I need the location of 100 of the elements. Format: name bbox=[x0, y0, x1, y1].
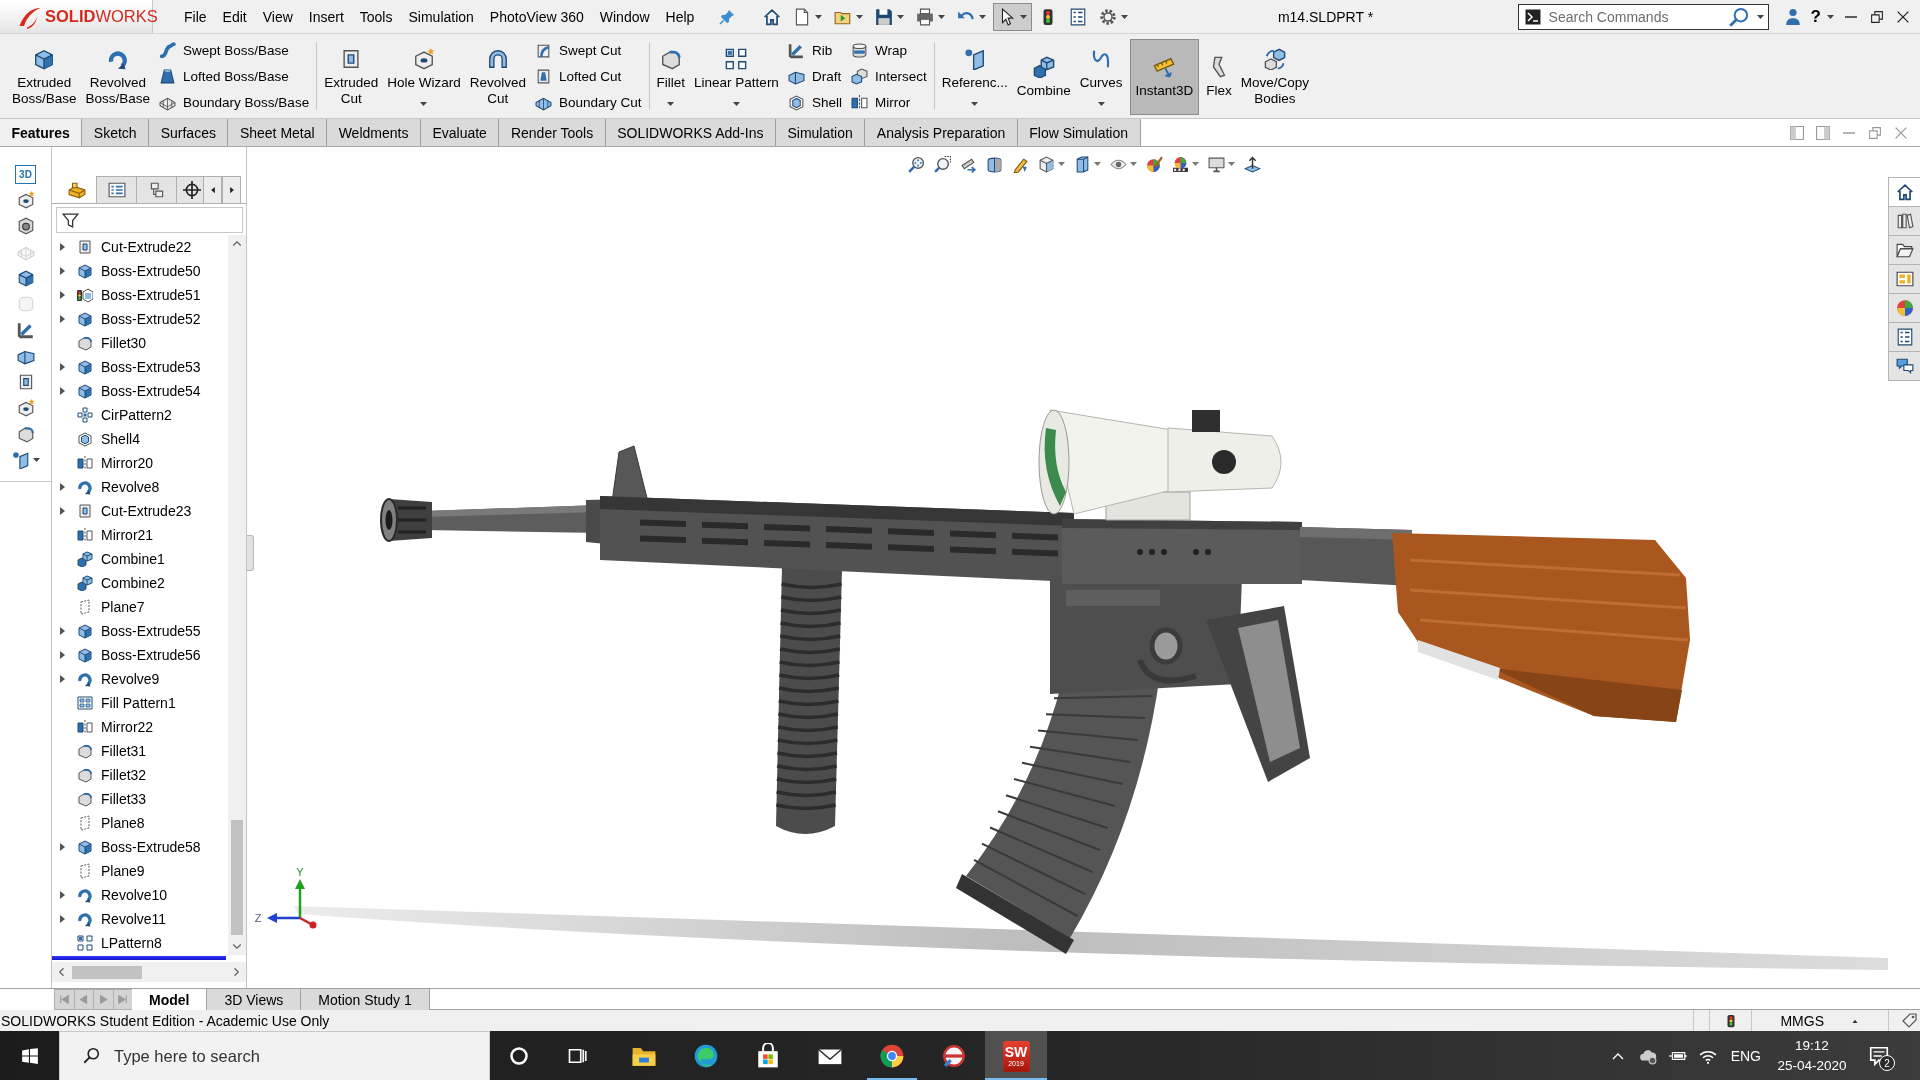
view-toolbar-button[interactable] bbox=[932, 154, 953, 174]
ribbon-button[interactable]: Boundary Cut bbox=[535, 90, 642, 114]
menu-item[interactable]: Window bbox=[591, 1, 658, 32]
tree-item[interactable]: Combine2 bbox=[52, 571, 168, 595]
ribbon-button[interactable]: Draft bbox=[787, 64, 842, 88]
panel-collapse-handle[interactable] bbox=[247, 535, 254, 571]
ribbon-button[interactable]: Rib bbox=[787, 38, 842, 62]
ribbon-button[interactable]: Revolved Boss/Base bbox=[83, 39, 153, 115]
task-pane-tab[interactable] bbox=[1888, 177, 1920, 207]
menu-item[interactable]: Help bbox=[657, 1, 703, 32]
command-tab[interactable]: Simulation bbox=[775, 119, 866, 146]
tree-item[interactable]: Fill Pattern1 bbox=[52, 691, 179, 715]
command-tab[interactable]: Surfaces bbox=[149, 119, 229, 146]
tree-item[interactable]: Shell4 bbox=[52, 427, 143, 451]
select-button[interactable] bbox=[993, 2, 1033, 31]
clock-button[interactable]: 19:12 25-04-2020 bbox=[1769, 1031, 1855, 1080]
tree-item[interactable]: Boss-Extrude54 bbox=[52, 379, 204, 403]
horizontal-scrollbar[interactable] bbox=[52, 962, 246, 982]
task-pane-tab[interactable] bbox=[1888, 322, 1920, 352]
tree-item[interactable]: LPattern8 bbox=[52, 931, 165, 955]
tree-item[interactable]: Revolve8 bbox=[52, 475, 163, 499]
tree-item[interactable]: Boss-Extrude58 bbox=[52, 835, 204, 859]
scrollbar-thumb[interactable] bbox=[231, 820, 243, 935]
command-tab[interactable]: Analysis Preparation bbox=[865, 119, 1018, 146]
tree-item[interactable]: Mirror21 bbox=[52, 523, 157, 547]
command-tab[interactable]: Features bbox=[0, 119, 83, 146]
ribbon-button[interactable]: Instant3D bbox=[1129, 39, 1200, 115]
ribbon-button[interactable]: Curves bbox=[1077, 39, 1125, 115]
ribbon-button[interactable]: Extruded Cut bbox=[322, 39, 381, 115]
view-toolbar-button[interactable] bbox=[1036, 154, 1067, 174]
tree-item[interactable]: Revolve11 bbox=[52, 907, 170, 931]
command-tab[interactable]: Sheet Metal bbox=[228, 119, 328, 146]
ribbon-button[interactable]: Lofted Cut bbox=[535, 64, 642, 88]
help-button[interactable]: ? bbox=[1806, 2, 1838, 31]
document-tab[interactable]: Motion Study 1 bbox=[301, 989, 430, 1010]
command-tab[interactable]: Evaluate bbox=[420, 119, 500, 146]
units-button[interactable]: MMGS bbox=[1752, 1010, 1888, 1031]
tab-scroll-left-button[interactable] bbox=[203, 176, 222, 203]
document-tab[interactable]: Model bbox=[132, 989, 208, 1010]
ribbon-button[interactable]: Combine bbox=[1014, 39, 1073, 115]
tree-item[interactable]: Plane9 bbox=[52, 859, 148, 883]
panel-tab[interactable] bbox=[176, 176, 204, 203]
command-tab[interactable]: Render Tools bbox=[499, 119, 606, 146]
tree-item[interactable]: Boss-Extrude51 bbox=[52, 283, 204, 307]
vertical-scrollbar[interactable] bbox=[228, 235, 246, 955]
command-tab[interactable]: Sketch bbox=[82, 119, 150, 146]
ribbon-button[interactable]: Extruded Boss/Base bbox=[10, 39, 79, 115]
filter-field[interactable] bbox=[56, 207, 243, 233]
search-input[interactable]: Search Commands bbox=[1548, 8, 1721, 25]
menu-item[interactable]: Insert bbox=[300, 1, 352, 32]
view-toolbar-button[interactable] bbox=[906, 154, 927, 174]
menu-item[interactable]: File bbox=[176, 1, 215, 32]
tree-item[interactable]: Fillet30 bbox=[52, 331, 150, 355]
menu-item[interactable]: PhotoView 360 bbox=[481, 1, 592, 32]
search-field[interactable]: Search Commands bbox=[1517, 3, 1769, 30]
ribbon-button[interactable]: Linear Pattern bbox=[692, 39, 781, 115]
ribbon-button[interactable]: Wrap bbox=[850, 38, 927, 62]
command-tab[interactable]: Flow Simulation bbox=[1017, 119, 1141, 146]
tile-left-button[interactable] bbox=[1789, 124, 1805, 141]
ribbon-button[interactable]: Mirror bbox=[850, 90, 927, 114]
tree-item[interactable]: Mirror20 bbox=[52, 451, 157, 475]
task-pane-tab[interactable] bbox=[1888, 293, 1920, 323]
task-pane-tab[interactable] bbox=[1888, 264, 1920, 294]
menu-item[interactable]: Simulation bbox=[400, 1, 482, 32]
ribbon-button[interactable]: Hole Wizard bbox=[385, 39, 463, 115]
ribbon-button[interactable]: Move/Copy Bodies bbox=[1238, 39, 1312, 115]
tree-item[interactable]: Boss-Extrude55 bbox=[52, 619, 204, 643]
tree-item[interactable]: Boss-Extrude52 bbox=[52, 307, 204, 331]
tree-item[interactable]: Plane7 bbox=[52, 595, 148, 619]
tree-item[interactable]: Fillet31 bbox=[52, 739, 150, 763]
ribbon-button[interactable]: Fillet bbox=[654, 39, 688, 115]
view-toolbar-button[interactable] bbox=[984, 154, 1005, 174]
task-pane-tab[interactable] bbox=[1888, 351, 1920, 381]
tree-item[interactable]: Boss-Extrude53 bbox=[52, 355, 204, 379]
menu-item[interactable]: Edit bbox=[214, 1, 255, 32]
ribbon-button[interactable]: Lofted Boss/Base bbox=[159, 64, 310, 88]
tree-item[interactable]: Combine1 bbox=[52, 547, 168, 571]
tree-item[interactable]: Cut-Extrude23 bbox=[52, 499, 195, 523]
tree-item[interactable]: Boss-Extrude56 bbox=[52, 643, 204, 667]
ribbon-button[interactable]: Boundary Boss/Base bbox=[159, 90, 310, 114]
command-tab[interactable]: Weldments bbox=[327, 119, 421, 146]
tree-item[interactable]: CirPattern2 bbox=[52, 403, 175, 427]
tree-item[interactable]: Mirror22 bbox=[52, 715, 157, 739]
ribbon-button[interactable]: Intersect bbox=[850, 64, 927, 88]
tree-item[interactable]: Boss-Extrude50 bbox=[52, 259, 204, 283]
task-pane-tab[interactable] bbox=[1888, 235, 1920, 265]
ribbon-button[interactable]: Referenc... bbox=[939, 39, 1010, 115]
notification-button[interactable]: 2 bbox=[1855, 1031, 1903, 1080]
tile-right-button[interactable] bbox=[1815, 124, 1831, 141]
menu-item[interactable]: View bbox=[254, 1, 301, 32]
view-toolbar-button[interactable] bbox=[1242, 154, 1263, 174]
view-toolbar-button[interactable] bbox=[1170, 154, 1201, 174]
ribbon-button[interactable]: Swept Cut bbox=[535, 38, 642, 62]
ribbon-button[interactable]: Flex bbox=[1204, 39, 1234, 115]
tree-item[interactable]: Fillet33 bbox=[52, 787, 150, 811]
language-button[interactable]: ENG bbox=[1722, 1031, 1769, 1080]
tree-item[interactable]: Revolve9 bbox=[52, 667, 163, 691]
menu-item[interactable]: Tools bbox=[351, 1, 401, 32]
view-toolbar-button[interactable] bbox=[1144, 154, 1165, 174]
scrollbar-thumb[interactable] bbox=[72, 965, 142, 979]
